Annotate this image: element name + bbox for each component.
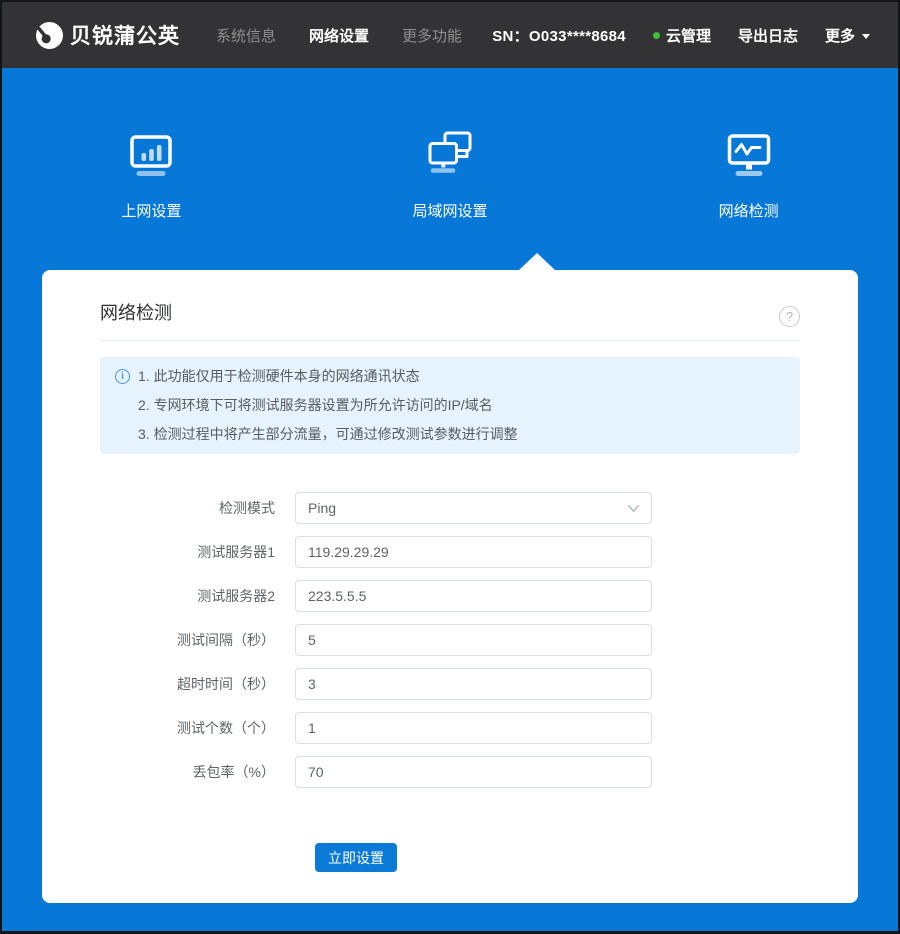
tab-internet-settings[interactable]: 上网设置 <box>2 126 301 220</box>
field-label: 测试服务器2 <box>100 586 295 606</box>
note-line: 1. 此功能仅用于检测硬件本身的网络通讯状态 <box>138 362 518 391</box>
brand-logo[interactable]: 贝锐蒲公英 <box>36 20 180 50</box>
active-tab-notch <box>519 253 555 270</box>
field-label: 检测模式 <box>100 498 295 518</box>
monitor-bars-icon <box>123 126 179 182</box>
detection-form: 检测模式 Ping 测试服务器1 <box>100 492 800 872</box>
test-interval-input[interactable] <box>295 624 652 656</box>
note-list: 1. 此功能仅用于检测硬件本身的网络通讯状态 2. 专网环境下可将测试服务器设置… <box>138 362 518 449</box>
field-label: 超时时间（秒） <box>100 674 295 694</box>
timeout-input[interactable] <box>295 668 652 700</box>
field-label: 丢包率（%） <box>100 762 295 782</box>
serial-number: SN：O033****8684 <box>492 25 626 46</box>
oray-logo-icon <box>36 22 63 49</box>
detection-mode-select[interactable]: Ping <box>295 492 652 524</box>
top-navbar: 贝锐蒲公英 系统信息 网络设置 更多功能 SN：O033****8684 云管理… <box>2 2 898 68</box>
online-status-dot <box>653 32 660 39</box>
app-window: 贝锐蒲公英 系统信息 网络设置 更多功能 SN：O033****8684 云管理… <box>0 0 900 934</box>
test-server2-input[interactable] <box>295 580 652 612</box>
form-row-server1: 测试服务器1 <box>100 536 800 568</box>
info-box: i 1. 此功能仅用于检测硬件本身的网络通讯状态 2. 专网环境下可将测试服务器… <box>100 357 800 454</box>
chevron-down-icon <box>626 501 641 516</box>
form-row-timeout: 超时时间（秒） <box>100 668 800 700</box>
note-line: 2. 专网环境下可将测试服务器设置为所允许访问的IP/域名 <box>138 391 518 420</box>
field-label: 测试间隔（秒） <box>100 630 295 650</box>
field-label: 测试服务器1 <box>100 542 295 562</box>
caret-down-icon <box>862 34 870 39</box>
form-row-count: 测试个数（个） <box>100 712 800 744</box>
note-line: 3. 检测过程中将产生部分流量，可通过修改测试参数进行调整 <box>138 420 518 449</box>
hero-section: 上网设置 局域网设置 网络检测 <box>2 68 898 903</box>
brand-name: 贝锐蒲公英 <box>70 20 180 50</box>
dual-monitor-icon <box>422 126 478 182</box>
cloud-manage-link[interactable]: 云管理 <box>653 25 711 46</box>
tab-label-lan: 局域网设置 <box>412 204 487 220</box>
more-label: 更多 <box>825 25 855 46</box>
selected-option: Ping <box>308 500 336 516</box>
tab-label-internet: 上网设置 <box>121 204 181 220</box>
menu-item-network-settings[interactable]: 网络设置 <box>309 25 369 46</box>
form-row-interval: 测试间隔（秒） <box>100 624 800 656</box>
panel-title: 网络检测 <box>100 299 172 325</box>
panel-wrap: 网络检测 ? i 1. 此功能仅用于检测硬件本身的网络通讯状态 2. 专网环境下… <box>42 270 858 903</box>
menu-item-system-info[interactable]: 系统信息 <box>216 25 276 46</box>
test-count-input[interactable] <box>295 712 652 744</box>
cloud-manage-label: 云管理 <box>666 25 711 46</box>
form-row-mode: 检测模式 Ping <box>100 492 800 524</box>
navbar-right: SN：O033****8684 云管理 导出日志 更多 <box>492 25 870 46</box>
panel-header: 网络检测 ? <box>100 270 800 341</box>
export-log-link[interactable]: 导出日志 <box>738 25 798 46</box>
packet-loss-input[interactable] <box>295 756 652 788</box>
settings-tab-row: 上网设置 局域网设置 网络检测 <box>2 126 898 220</box>
apply-button[interactable]: 立即设置 <box>315 843 397 872</box>
monitor-pulse-icon <box>721 126 777 182</box>
field-label: 测试个数（个） <box>100 718 295 738</box>
info-icon: i <box>115 369 130 384</box>
test-server1-input[interactable] <box>295 536 652 568</box>
menu-item-more-features[interactable]: 更多功能 <box>402 25 462 46</box>
help-icon[interactable]: ? <box>779 306 800 327</box>
tab-lan-settings[interactable]: 局域网设置 <box>301 126 600 220</box>
network-detection-panel: 网络检测 ? i 1. 此功能仅用于检测硬件本身的网络通讯状态 2. 专网环境下… <box>42 270 858 903</box>
main-menu: 系统信息 网络设置 更多功能 <box>216 25 462 46</box>
form-row-server2: 测试服务器2 <box>100 580 800 612</box>
tab-label-detection: 网络检测 <box>719 204 779 220</box>
form-row-loss-rate: 丢包率（%） <box>100 756 800 788</box>
more-dropdown[interactable]: 更多 <box>825 25 870 46</box>
tab-network-detection[interactable]: 网络检测 <box>599 126 898 220</box>
